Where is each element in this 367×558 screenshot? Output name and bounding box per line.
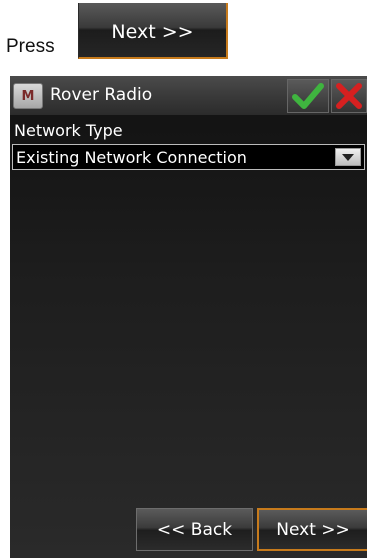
- window-title: Rover Radio: [50, 85, 153, 105]
- menu-icon-letter: M: [21, 88, 35, 104]
- device-screen: M Rover Radio Network Type Existing Netw…: [10, 76, 367, 558]
- menu-icon[interactable]: M: [13, 83, 43, 109]
- checkmark-icon: [292, 83, 324, 109]
- instruction-next-button-image: Next >>: [78, 3, 228, 59]
- back-button[interactable]: << Back: [136, 508, 253, 551]
- title-bar: M Rover Radio: [10, 76, 367, 115]
- network-type-select[interactable]: Existing Network Connection: [12, 144, 365, 170]
- close-icon: [336, 83, 362, 109]
- cancel-button[interactable]: [331, 79, 367, 113]
- next-button[interactable]: Next >>: [257, 508, 367, 551]
- network-type-value: Existing Network Connection: [16, 148, 247, 167]
- chevron-down-icon: [342, 153, 354, 161]
- instruction-text: Press: [6, 36, 55, 57]
- dropdown-arrow-button[interactable]: [335, 148, 361, 166]
- network-type-label: Network Type: [14, 121, 123, 140]
- ok-button[interactable]: [287, 79, 329, 113]
